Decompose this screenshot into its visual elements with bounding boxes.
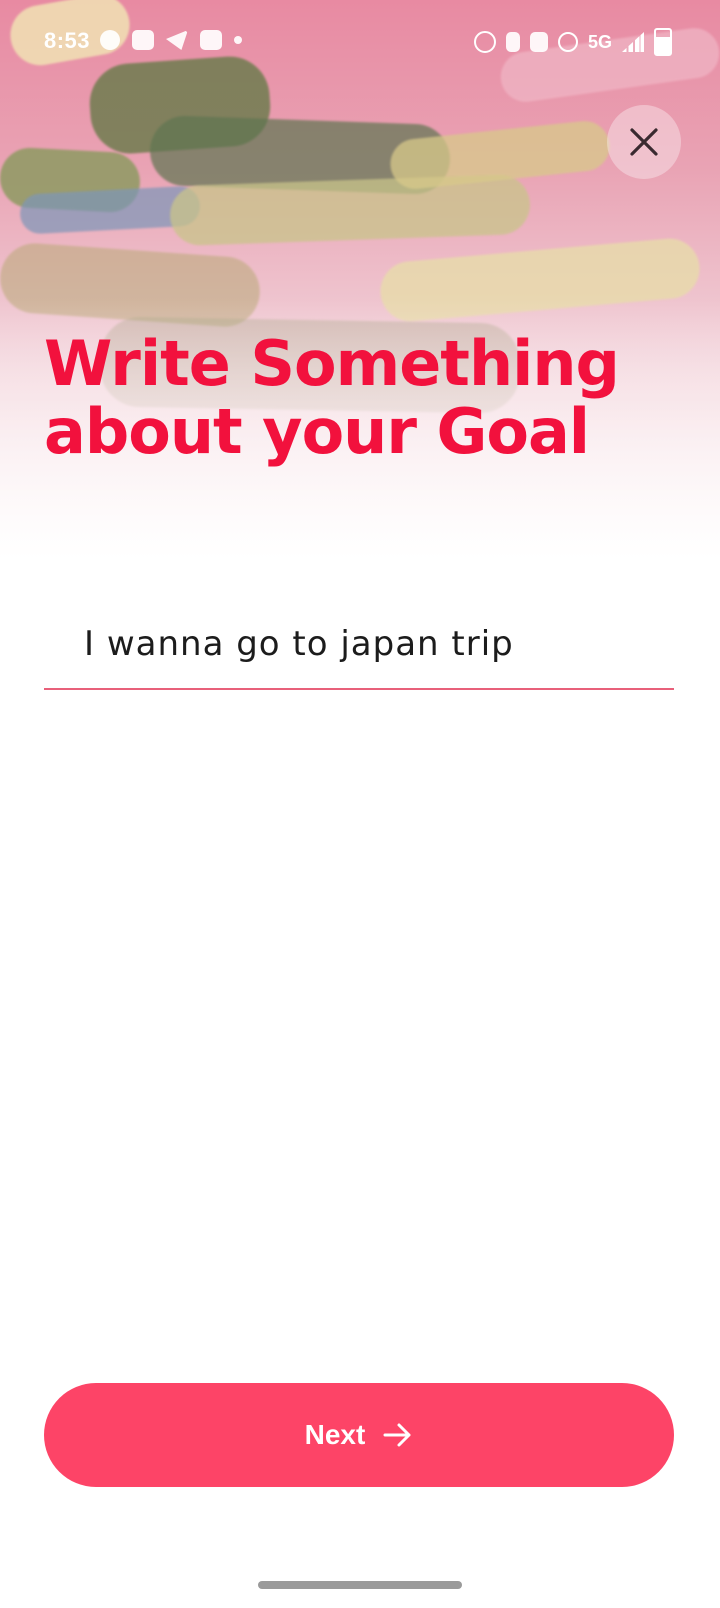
telegram-notification-icon (166, 30, 188, 50)
network-type: 5G (587, 31, 612, 52)
hotspot-icon (557, 32, 578, 52)
page-title: Write Something about your Goal (44, 330, 684, 466)
goal-description-input[interactable] (44, 600, 674, 690)
next-button-label: Next (304, 1419, 366, 1450)
signal-icon (622, 32, 644, 52)
status-bar: 8:53 5G (0, 0, 720, 84)
page-title-line-2: about your Goal (44, 395, 590, 468)
notification-icons (100, 30, 242, 50)
status-time: 8:53 (44, 28, 91, 53)
arrow-right-icon (383, 1423, 411, 1447)
close-icon (630, 128, 658, 156)
page-title-line-1: Write Something (44, 327, 620, 400)
battery-charging-icon (654, 28, 672, 56)
system-status-icons: 5G (473, 28, 672, 56)
game-notification-icon (132, 30, 154, 50)
app-notification-icon (200, 30, 222, 50)
vibrate-icon (505, 32, 520, 52)
next-button[interactable]: Next (44, 1383, 674, 1487)
chat-notification-icon (100, 30, 120, 50)
alarm-icon (473, 31, 496, 53)
more-notifications-dot-icon (234, 36, 242, 44)
header-background-painting (0, 0, 720, 560)
volte-icon (529, 32, 548, 52)
home-indicator[interactable] (258, 1581, 462, 1589)
close-button[interactable] (607, 105, 681, 179)
